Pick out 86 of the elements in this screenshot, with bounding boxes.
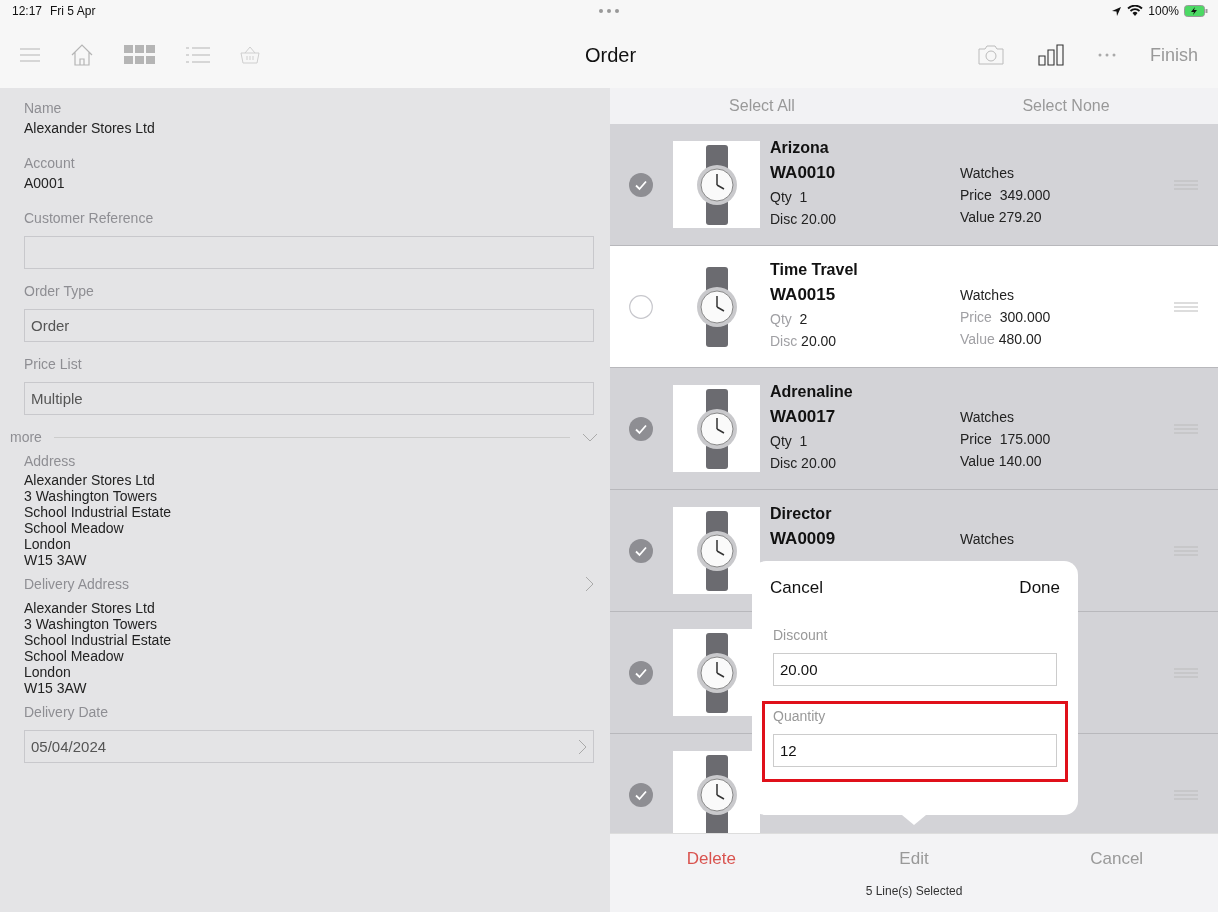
menu-icon[interactable] xyxy=(20,48,40,62)
address-line: School Meadow xyxy=(24,520,125,536)
columns-icon[interactable] xyxy=(1038,44,1064,66)
field-value: A0001 xyxy=(24,175,66,191)
popover-cancel-button[interactable]: Cancel xyxy=(770,578,823,598)
address-line: London xyxy=(24,664,72,680)
address-line: W15 3AW xyxy=(24,680,88,696)
discount-text: Disc 20.00 xyxy=(770,332,838,351)
order-line-row[interactable]: Arizona WA0010 Qty 1 Disc 20.00 Watches Price 349.000 Value 279.20 xyxy=(610,124,1218,246)
home-icon[interactable] xyxy=(70,43,94,67)
drag-handle-icon[interactable] xyxy=(1174,301,1198,312)
field-label: Quantity xyxy=(773,708,827,724)
input-field[interactable]: 12 xyxy=(773,734,1057,767)
location-arrow-icon xyxy=(1111,5,1123,17)
address-line: School Industrial Estate xyxy=(24,632,173,648)
address-line: Alexander Stores Ltd xyxy=(24,472,156,488)
selection-count: 5 Line(s) Selected xyxy=(864,884,964,898)
grid-icon[interactable] xyxy=(124,45,156,65)
checked-circle-icon[interactable] xyxy=(629,172,653,197)
checked-circle-icon[interactable] xyxy=(629,782,653,807)
address-line: London xyxy=(24,536,72,552)
delete-button[interactable]: Delete xyxy=(610,849,813,869)
discount-text: Disc 20.00 xyxy=(770,210,838,229)
product-code: WA0010 xyxy=(770,162,837,184)
field-label: Address xyxy=(24,453,76,469)
field-label: Name xyxy=(24,100,63,116)
field-label: Discount xyxy=(773,627,829,643)
product-code: WA0009 xyxy=(770,528,837,550)
date-field[interactable]: 05/04/2024 xyxy=(24,730,594,763)
popover-done-button[interactable]: Done xyxy=(1019,578,1060,598)
product-name: Adrenaline xyxy=(770,382,854,402)
list-icon[interactable] xyxy=(186,47,210,63)
product-name: Time Travel xyxy=(770,260,859,280)
address-line: Alexander Stores Ltd xyxy=(24,600,156,616)
field-label: Customer Reference xyxy=(24,210,155,226)
checked-circle-icon[interactable] xyxy=(629,416,653,441)
order-line-row[interactable]: Adrenaline WA0017 Qty 1 Disc 20.00 Watches Price 175.000 Value 140.00 xyxy=(610,368,1218,490)
battery-charging-icon xyxy=(1184,5,1208,17)
value-text: Value 140.00 xyxy=(960,452,1043,471)
address-line: 3 Washington Towers xyxy=(24,616,159,632)
status-time: 12:17 xyxy=(12,4,43,18)
product-group: Watches xyxy=(960,528,1170,550)
quantity-text: Qty 2 xyxy=(770,310,809,329)
address-line: School Industrial Estate xyxy=(24,504,173,520)
unchecked-circle-icon[interactable] xyxy=(629,294,653,319)
product-code: WA0017 xyxy=(770,406,837,428)
product-name: Arizona xyxy=(770,138,830,158)
price-text: Price 300.000 xyxy=(960,308,1052,327)
discount-text: Disc 20.00 xyxy=(770,454,838,473)
input-field[interactable] xyxy=(24,236,594,269)
value-text: Value 279.20 xyxy=(960,208,1043,227)
basket-icon[interactable] xyxy=(240,46,260,64)
checked-circle-icon[interactable] xyxy=(629,538,653,563)
address-line: School Meadow xyxy=(24,648,125,664)
input-field[interactable]: Multiple xyxy=(24,382,594,415)
checked-circle-icon[interactable] xyxy=(629,660,653,685)
chevron-down-icon[interactable] xyxy=(582,432,598,442)
product-group: Watches xyxy=(960,406,1170,428)
status-date: Fri 5 Apr xyxy=(50,4,96,18)
product-group: Watches xyxy=(960,162,1170,184)
chevron-right-icon xyxy=(578,738,587,755)
field-label: Price List xyxy=(24,356,83,372)
quantity-text: Qty 1 xyxy=(770,432,809,451)
address-line: 3 Washington Towers xyxy=(24,488,159,504)
price-text: Price 349.000 xyxy=(960,186,1052,205)
page-title: Order xyxy=(585,43,637,67)
product-name: Director xyxy=(770,504,833,524)
chevron-right-icon[interactable] xyxy=(585,576,594,592)
price-text: Price 175.000 xyxy=(960,430,1052,449)
product-code: WA0015 xyxy=(770,284,837,306)
value-text: Value 480.00 xyxy=(960,330,1043,349)
more-icon[interactable] xyxy=(1098,53,1116,57)
field-label: Delivery Address xyxy=(24,576,130,592)
camera-icon[interactable] xyxy=(978,45,1004,65)
address-line: W15 3AW xyxy=(24,552,88,568)
multitasking-dots-icon xyxy=(598,8,620,14)
field-value: Alexander Stores Ltd xyxy=(24,120,156,136)
input-field[interactable]: Order xyxy=(24,309,594,342)
battery-percent: 100% xyxy=(1148,4,1179,18)
field-label: Order Type xyxy=(24,283,95,299)
wifi-icon xyxy=(1127,5,1144,17)
field-label: Delivery Date xyxy=(24,704,110,720)
field-label: Account xyxy=(24,155,76,171)
product-group: Watches xyxy=(960,284,1170,306)
input-field[interactable]: 20.00 xyxy=(773,653,1057,686)
quantity-text: Qty 1 xyxy=(770,188,809,207)
